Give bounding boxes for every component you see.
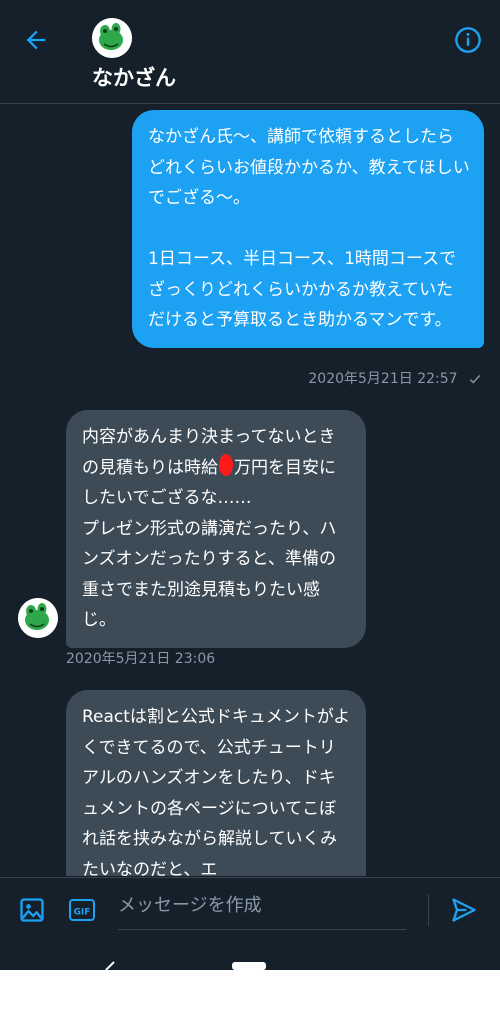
conversation-title[interactable]: なかざん xyxy=(92,62,176,92)
info-icon[interactable] xyxy=(454,26,482,54)
message-timestamp: 2020年5月21日 22:57 xyxy=(308,368,482,388)
conversation-header: なかざん xyxy=(0,0,500,104)
system-back-icon[interactable] xyxy=(100,960,120,970)
avatar[interactable] xyxy=(92,18,132,58)
timestamp-text: 2020年5月21日 22:57 xyxy=(308,371,458,387)
gif-label: GIF xyxy=(74,908,91,918)
image-icon[interactable] xyxy=(18,896,46,924)
message-text-part: 万円を目安にしたいでござるな…… プレゼン形式の講演だったり、ハンズオンだったり… xyxy=(82,457,337,631)
system-navigation-bar xyxy=(0,950,500,970)
message-list[interactable]: なかざん氏〜、講師で依頼するとしたらどれくらいお値段かかるか、教えてほしいでござ… xyxy=(0,104,500,876)
back-arrow-icon[interactable] xyxy=(22,26,50,54)
redaction-mark xyxy=(219,453,233,476)
dm-conversation-screen: なかざん なかざん氏〜、講師で依頼するとしたらどれくらいお値段かかるか、教えてほ… xyxy=(0,0,500,970)
composer-divider xyxy=(428,894,429,926)
outgoing-message-bubble[interactable]: なかざん氏〜、講師で依頼するとしたらどれくらいお値段かかるか、教えてほしいでござ… xyxy=(132,110,484,348)
message-input[interactable]: メッセージを作成 xyxy=(118,892,406,930)
sender-avatar[interactable] xyxy=(18,598,58,638)
incoming-message-bubble[interactable]: Reactは割と公式ドキュメントがよくできてるので、公式チュートリアルのハンズオ… xyxy=(66,690,366,876)
message-timestamp: 2020年5月21日 23:06 xyxy=(66,651,216,667)
incoming-message-bubble[interactable]: 内容があんまり決まってないときの見積もりは時給 万円を目安にしたいでござるな…… … xyxy=(66,410,366,648)
sent-check-icon xyxy=(469,375,481,384)
send-icon[interactable] xyxy=(450,896,478,924)
frog-avatar-icon xyxy=(92,18,132,58)
frog-avatar-icon xyxy=(18,598,58,638)
system-home-pill[interactable] xyxy=(232,962,266,970)
gif-icon[interactable]: GIF xyxy=(68,896,96,924)
